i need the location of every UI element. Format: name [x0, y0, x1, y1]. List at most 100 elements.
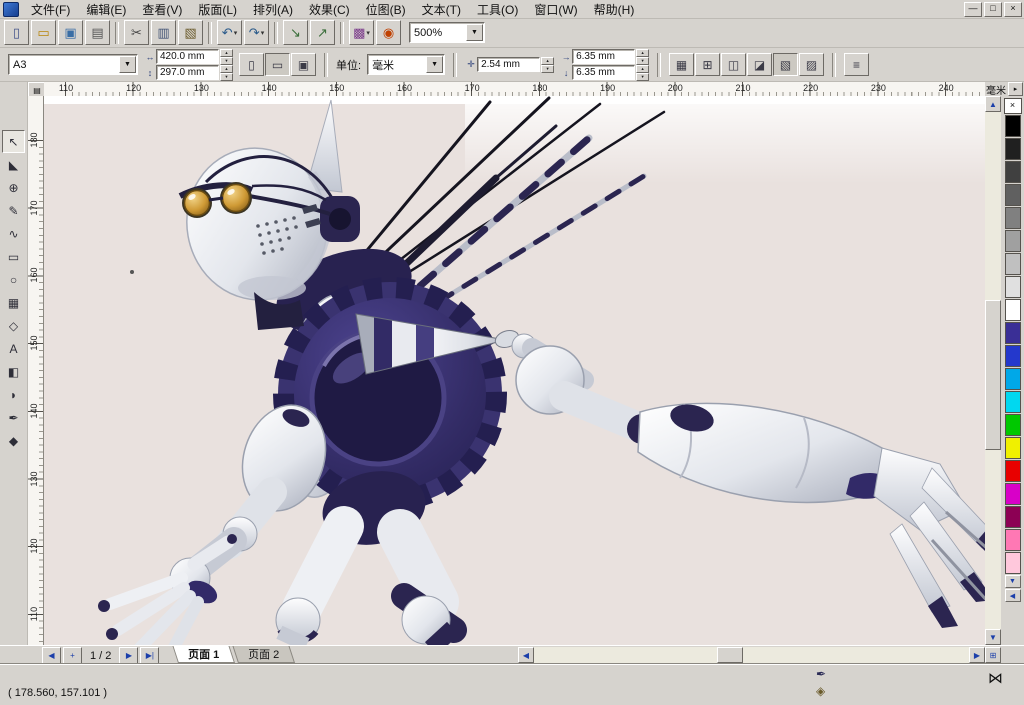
page-tab-1[interactable]: 页面 1	[172, 646, 235, 663]
palette-options-button[interactable]: ▸	[1008, 82, 1023, 96]
horizontal-ruler[interactable]: 1101201301401501601701801902002102202302…	[44, 82, 985, 97]
snap-to-objects-button[interactable]: ◫	[721, 53, 746, 76]
property-bar-options-button[interactable]: ≡	[844, 53, 869, 76]
open-button[interactable]: ▭	[31, 20, 56, 45]
scroll-down-button[interactable]: ▼	[985, 629, 1001, 645]
snap-to-guidelines-button[interactable]: ⊞	[695, 53, 720, 76]
new-button[interactable]: ▯	[4, 20, 29, 45]
redo-button[interactable]: ↷▾	[244, 20, 269, 45]
spin-up-button[interactable]: ▲	[220, 49, 233, 57]
page-tab-2[interactable]: 页面 2	[233, 646, 296, 663]
restore-button[interactable]: □	[984, 2, 1002, 17]
palette-swatch-19[interactable]	[1005, 552, 1021, 574]
spin-down-button[interactable]: ▼	[541, 65, 554, 73]
outline-pen-tool[interactable]: ✒	[2, 406, 25, 429]
horizontal-scroll-thumb[interactable]	[717, 647, 743, 663]
copy-button[interactable]: ▥	[151, 20, 176, 45]
dynamic-guides-button[interactable]: ◪	[747, 53, 772, 76]
palette-swatch-2[interactable]	[1005, 161, 1021, 183]
all-pages-button[interactable]: ▣	[291, 53, 316, 76]
ellipse-tool[interactable]: ○	[2, 268, 25, 291]
show-bounding-box-button[interactable]: ▨	[799, 53, 824, 76]
palette-swatch-0[interactable]	[1005, 115, 1021, 137]
bezier-tool[interactable]: ∿	[2, 222, 25, 245]
freehand-tool[interactable]: ✎	[2, 199, 25, 222]
import-button[interactable]: ↘	[283, 20, 308, 45]
save-button[interactable]: ▣	[58, 20, 83, 45]
palette-swatch-9[interactable]	[1005, 322, 1021, 344]
paste-button[interactable]: ▧	[178, 20, 203, 45]
palette-scroll-down-button[interactable]: ▼	[1005, 575, 1021, 588]
rectangle-tool[interactable]: ▭	[2, 245, 25, 268]
menu-file[interactable]: 文件(F)	[23, 0, 78, 19]
scroll-left-button[interactable]: ◀	[518, 647, 534, 663]
basic-shapes-tool[interactable]: ◇	[2, 314, 25, 337]
palette-swatch-14[interactable]	[1005, 437, 1021, 459]
spin-up-button[interactable]: ▲	[636, 65, 649, 73]
chevron-down-icon[interactable]: ▼	[119, 56, 136, 73]
menu-arrange[interactable]: 排列(A)	[245, 0, 301, 19]
fill-tool[interactable]: ◆	[2, 429, 25, 452]
palette-swatch-7[interactable]	[1005, 276, 1021, 298]
menu-window[interactable]: 窗口(W)	[526, 0, 585, 19]
interactive-blend-tool[interactable]: ◧	[2, 360, 25, 383]
palette-swatch-10[interactable]	[1005, 345, 1021, 367]
outline-status-icon[interactable]: ✒	[816, 667, 826, 681]
menu-bitmaps[interactable]: 位图(B)	[358, 0, 414, 19]
previous-page-button[interactable]: ◀	[42, 647, 61, 664]
document-navigator-button[interactable]: ⊞	[985, 647, 1001, 663]
palette-swatch-3[interactable]	[1005, 184, 1021, 206]
chevron-down-icon[interactable]: ▾	[261, 29, 265, 37]
palette-swatch-17[interactable]	[1005, 506, 1021, 528]
paper-width-input[interactable]: 420.0 mm	[156, 49, 219, 64]
close-button[interactable]: ×	[1004, 2, 1022, 17]
vertical-ruler[interactable]: 180170160150140130120110	[28, 96, 44, 645]
menu-edit[interactable]: 编辑(E)	[78, 0, 134, 19]
palette-swatch-18[interactable]	[1005, 529, 1021, 551]
palette-swatch-13[interactable]	[1005, 414, 1021, 436]
paper-size-select[interactable]: A3 ▼	[8, 54, 138, 75]
palette-swatch-11[interactable]	[1005, 368, 1021, 390]
menu-help[interactable]: 帮助(H)	[586, 0, 643, 19]
scroll-up-button[interactable]: ▲	[985, 96, 1001, 112]
print-button[interactable]: ▤	[85, 20, 110, 45]
chevron-down-icon[interactable]: ▼	[426, 56, 443, 73]
menu-view[interactable]: 查看(V)	[134, 0, 190, 19]
text-tool[interactable]: A	[2, 337, 25, 360]
vertical-scrollbar[interactable]: ▲ ▼	[985, 96, 1001, 645]
corel-online-button[interactable]: ◉	[376, 20, 401, 45]
menu-text[interactable]: 文本(T)	[414, 0, 469, 19]
palette-swatch-5[interactable]	[1005, 230, 1021, 252]
palette-expand-button[interactable]: ◀	[1005, 589, 1021, 602]
menu-tools[interactable]: 工具(O)	[469, 0, 526, 19]
spin-down-button[interactable]: ▼	[636, 73, 649, 81]
graph-paper-tool[interactable]: ▦	[2, 291, 25, 314]
landscape-button[interactable]: ▭	[265, 53, 290, 76]
vertical-scroll-thumb[interactable]	[985, 300, 1001, 450]
menu-effects[interactable]: 效果(C)	[301, 0, 358, 19]
undo-button[interactable]: ↶▾	[217, 20, 242, 45]
palette-swatch-4[interactable]	[1005, 207, 1021, 229]
drawing-canvas[interactable]	[44, 96, 985, 645]
chevron-down-icon[interactable]: ▾	[234, 29, 238, 37]
chevron-down-icon[interactable]: ▾	[366, 29, 370, 37]
shape-tool[interactable]: ◣	[2, 153, 25, 176]
spin-down-button[interactable]: ▼	[636, 57, 649, 65]
no-color-swatch[interactable]: ×	[1004, 98, 1022, 114]
duplicate-x-input[interactable]: 6.35 mm	[572, 49, 635, 64]
chevron-down-icon[interactable]: ▼	[466, 24, 483, 41]
fill-status-icon[interactable]: ◈	[816, 684, 825, 698]
palette-swatch-8[interactable]	[1005, 299, 1021, 321]
export-button[interactable]: ↗	[310, 20, 335, 45]
minimize-button[interactable]: —	[964, 2, 982, 17]
palette-swatch-16[interactable]	[1005, 483, 1021, 505]
cut-button[interactable]: ✂	[124, 20, 149, 45]
palette-swatch-6[interactable]	[1005, 253, 1021, 275]
palette-swatch-15[interactable]	[1005, 460, 1021, 482]
add-page-button[interactable]: +	[63, 647, 82, 664]
spin-up-button[interactable]: ▲	[636, 49, 649, 57]
snap-to-grid-button[interactable]: ▦	[669, 53, 694, 76]
paper-height-input[interactable]: 297.0 mm	[156, 65, 219, 80]
spin-up-button[interactable]: ▲	[220, 65, 233, 73]
menu-layout[interactable]: 版面(L)	[190, 0, 245, 19]
